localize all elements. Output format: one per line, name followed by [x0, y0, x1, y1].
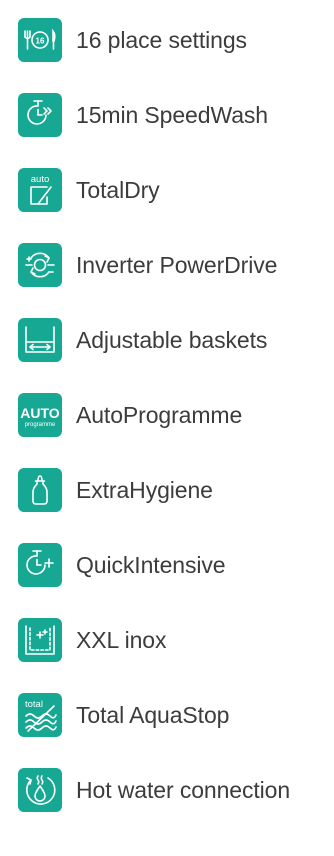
auto-programme-icon: AUTO programme — [18, 393, 62, 437]
feature-label: Adjustable baskets — [76, 326, 268, 353]
feature-item-place-settings: 16 16 place settings — [18, 18, 334, 62]
feature-label: 15min SpeedWash — [76, 101, 268, 128]
xxl-inox-icon — [18, 618, 62, 662]
feature-label: Total AquaStop — [76, 701, 230, 728]
feature-label: Hot water connection — [76, 776, 291, 803]
auto-programme-badge-text: AUTO — [20, 405, 60, 421]
feature-label: ExtraHygiene — [76, 476, 213, 503]
feature-label: Inverter PowerDrive — [76, 251, 278, 278]
feature-item-hot-water: Hot water connection — [18, 768, 334, 812]
feature-label: XXL inox — [76, 626, 167, 653]
adjustable-basket-icon — [18, 318, 62, 362]
feature-label: QuickIntensive — [76, 551, 226, 578]
baby-bottle-icon — [18, 468, 62, 512]
speedwash-icon — [18, 93, 62, 137]
total-dry-icon: auto — [18, 168, 62, 212]
quick-intensive-icon — [18, 543, 62, 587]
feature-item-auto-programme: AUTO programme AutoProgramme — [18, 393, 334, 437]
feature-label: 16 place settings — [76, 26, 247, 53]
feature-item-inverter-powerdrive: Inverter PowerDrive — [18, 243, 334, 287]
feature-item-xxl-inox: XXL inox — [18, 618, 334, 662]
feature-label: AutoProgramme — [76, 401, 243, 428]
aquastop-icon: total — [18, 693, 62, 737]
hot-water-icon — [18, 768, 62, 812]
auto-programme-badge-subtext: programme — [25, 422, 56, 428]
feature-item-total-aquastop: total Total AquaStop — [18, 693, 334, 737]
feature-item-quick-intensive: QuickIntensive — [18, 543, 334, 587]
feature-label: TotalDry — [76, 176, 160, 203]
feature-item-extra-hygiene: ExtraHygiene — [18, 468, 334, 512]
inverter-motor-icon — [18, 243, 62, 287]
feature-item-total-dry: auto TotalDry — [18, 168, 334, 212]
place-settings-icon: 16 — [18, 18, 62, 62]
place-settings-badge-text: 16 — [36, 36, 45, 45]
aquastop-badge-text: total — [25, 699, 43, 710]
feature-item-adjustable-baskets: Adjustable baskets — [18, 318, 334, 362]
feature-item-speedwash: 15min SpeedWash — [18, 93, 334, 137]
total-dry-badge-text: auto — [31, 174, 50, 185]
